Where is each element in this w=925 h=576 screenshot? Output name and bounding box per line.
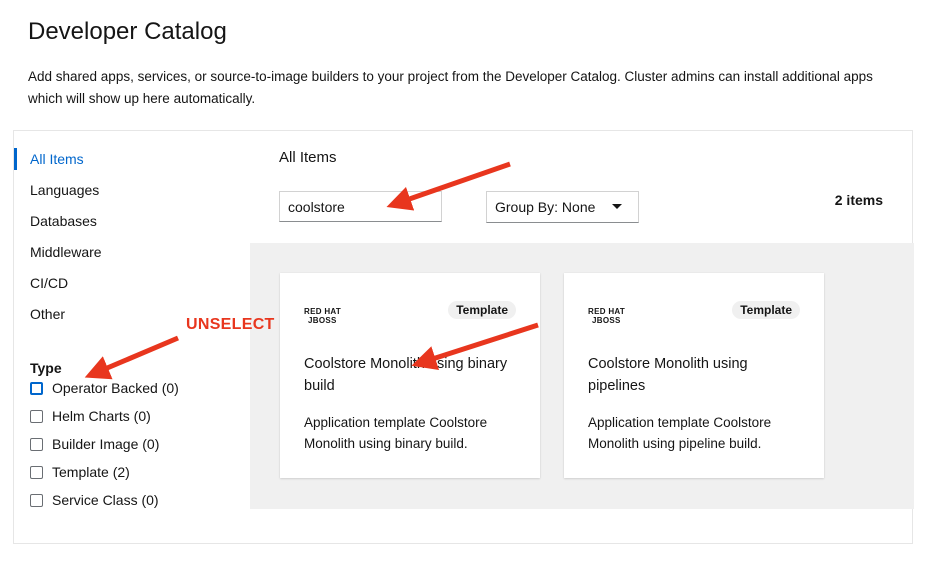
template-badge: Template <box>448 301 516 319</box>
checkbox[interactable] <box>30 465 43 479</box>
checkbox[interactable] <box>30 409 43 423</box>
filter-label: Operator Backed (0) <box>52 380 179 396</box>
redhat-jboss-logo: RED HAT JBOSS <box>304 307 342 325</box>
filter-service-class[interactable]: Service Class (0) <box>30 490 159 510</box>
template-badge: Template <box>732 301 800 319</box>
filter-label: Helm Charts (0) <box>52 408 151 424</box>
type-filter-heading: Type <box>30 360 62 376</box>
caret-down-icon <box>612 204 622 209</box>
items-count: 2 items <box>834 192 883 208</box>
category-all-items[interactable]: All Items <box>14 148 84 170</box>
filter-search-input[interactable] <box>279 191 442 222</box>
page-title: Developer Catalog <box>28 18 227 45</box>
checkbox[interactable] <box>30 437 43 451</box>
checkbox[interactable] <box>30 493 43 507</box>
catalog-main: All Items Group By: None 2 items RED HAT… <box>250 131 914 543</box>
tile-title: Coolstore Monolith using binary build <box>304 356 508 394</box>
catalog-sidebar: All Items Languages Databases Middleware… <box>14 131 250 543</box>
tile-description: Application template Coolstore Monolith … <box>304 415 488 451</box>
filter-label: Service Class (0) <box>52 492 159 508</box>
category-databases[interactable]: Databases <box>14 210 97 232</box>
tile-description: Application template Coolstore Monolith … <box>588 415 772 451</box>
filter-label: Template (2) <box>52 464 130 480</box>
filter-helm-charts[interactable]: Helm Charts (0) <box>30 406 151 426</box>
main-heading: All Items <box>279 149 337 166</box>
filter-operator-backed[interactable]: Operator Backed (0) <box>30 378 179 398</box>
checkbox[interactable] <box>30 381 43 395</box>
catalog-panel: All Items Languages Databases Middleware… <box>13 130 914 544</box>
group-by-label: Group By: None <box>495 199 596 215</box>
catalog-tiles-area: RED HAT JBOSS Template Coolstore Monolit… <box>250 243 914 509</box>
category-middleware[interactable]: Middleware <box>14 241 102 263</box>
redhat-jboss-logo: RED HAT JBOSS <box>588 307 626 325</box>
tile-title: Coolstore Monolith using pipelines <box>588 356 748 394</box>
filter-label: Builder Image (0) <box>52 436 160 452</box>
filter-template[interactable]: Template (2) <box>30 462 130 482</box>
catalog-tile-pipelines[interactable]: RED HAT JBOSS Template Coolstore Monolit… <box>564 273 824 478</box>
catalog-tile-binary-build[interactable]: RED HAT JBOSS Template Coolstore Monolit… <box>280 273 540 478</box>
category-ci-cd[interactable]: CI/CD <box>14 272 68 294</box>
category-other[interactable]: Other <box>14 303 65 325</box>
unselect-annotation-label: UNSELECT <box>186 316 275 333</box>
page-description: Add shared apps, services, or source-to-… <box>28 69 873 106</box>
filter-builder-image[interactable]: Builder Image (0) <box>30 434 159 454</box>
category-languages[interactable]: Languages <box>14 179 99 201</box>
group-by-dropdown[interactable]: Group By: None <box>486 191 639 223</box>
